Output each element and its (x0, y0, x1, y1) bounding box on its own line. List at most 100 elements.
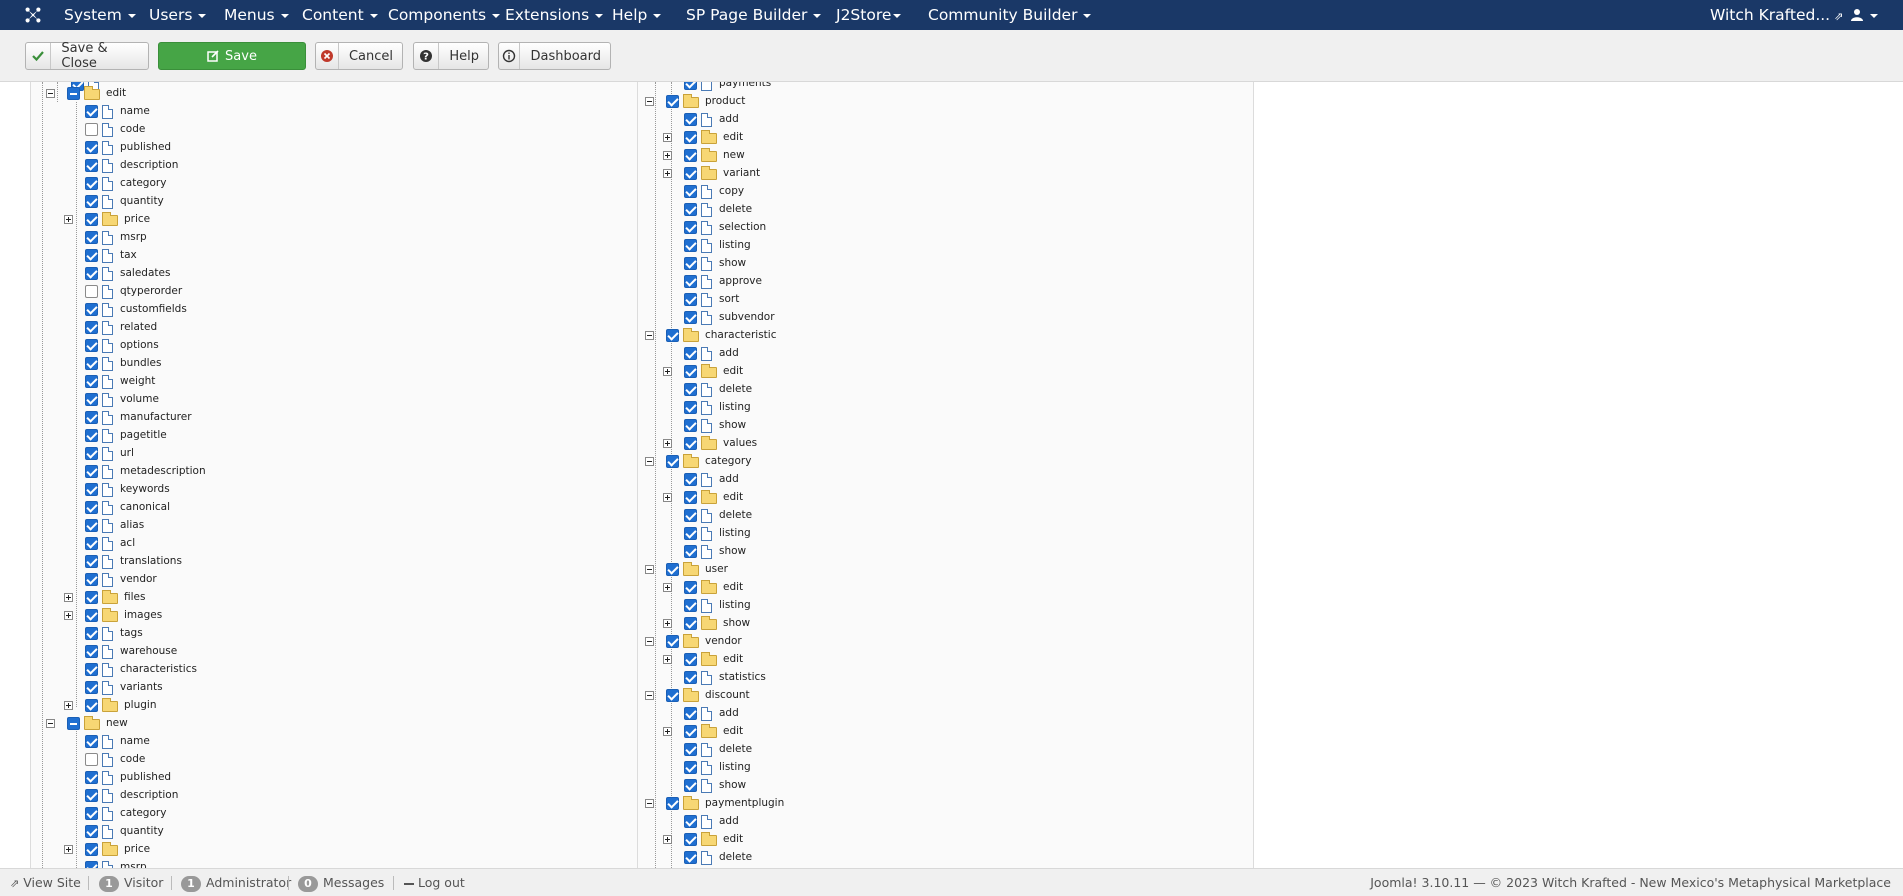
node-label[interactable]: saledates (120, 267, 170, 279)
node-label[interactable]: product (705, 95, 745, 107)
collapse-icon[interactable] (46, 719, 55, 728)
node-label[interactable]: copy (719, 185, 744, 197)
expand-icon[interactable] (663, 169, 672, 178)
permission-checkbox[interactable] (666, 635, 679, 648)
node-label[interactable]: canonical (120, 501, 170, 513)
node-label[interactable]: category (120, 807, 166, 819)
node-label[interactable]: listing (719, 401, 751, 413)
expand-icon[interactable] (663, 655, 672, 664)
node-label[interactable]: edit (723, 725, 743, 737)
dashboard-button[interactable]: Dashboard (498, 42, 611, 70)
node-label[interactable]: vendor (120, 573, 157, 585)
node-label[interactable]: variant (723, 167, 760, 179)
node-label[interactable]: translations (120, 555, 182, 567)
node-label[interactable]: listing (719, 761, 751, 773)
permission-checkbox[interactable] (684, 617, 697, 630)
view-site-link[interactable]: ⇗ View Site (10, 875, 81, 890)
expand-icon[interactable] (663, 493, 672, 502)
node-label[interactable]: warehouse (120, 645, 177, 657)
collapse-icon[interactable] (645, 331, 654, 340)
permission-checkbox[interactable] (85, 645, 98, 658)
permission-checkbox[interactable] (666, 455, 679, 468)
node-label[interactable]: listing (719, 527, 751, 539)
node-label[interactable]: related (120, 321, 157, 333)
node-label[interactable]: msrp (120, 861, 147, 868)
node-label[interactable]: edit (723, 131, 743, 143)
node-label[interactable]: variants (120, 681, 163, 693)
node-label[interactable]: delete (719, 203, 752, 215)
permission-checkbox[interactable] (684, 815, 697, 828)
node-label[interactable]: delete (719, 509, 752, 521)
permission-checkbox[interactable] (684, 365, 697, 378)
site-link[interactable]: Witch Krafted... ⇗ (1710, 6, 1843, 24)
permission-checkbox[interactable] (684, 545, 697, 558)
node-label[interactable]: add (719, 347, 739, 359)
menu-users[interactable]: Users (149, 6, 207, 24)
permission-checkbox[interactable] (85, 411, 98, 424)
node-label[interactable]: new (106, 717, 128, 729)
permission-checkbox[interactable] (85, 861, 98, 868)
node-label[interactable]: show (719, 419, 746, 431)
collapse-icon[interactable] (645, 799, 654, 808)
permission-checkbox[interactable] (684, 473, 697, 486)
permission-checkbox[interactable] (684, 761, 697, 774)
expand-icon[interactable] (64, 701, 73, 710)
node-label[interactable]: keywords (120, 483, 170, 495)
permission-checkbox[interactable] (666, 563, 679, 576)
permission-checkbox[interactable] (85, 825, 98, 838)
cancel-button[interactable]: Cancel (315, 42, 403, 70)
node-label[interactable]: plugin (124, 699, 156, 711)
node-label[interactable]: delete (719, 743, 752, 755)
permission-checkbox[interactable] (85, 519, 98, 532)
node-label[interactable]: show (723, 617, 750, 629)
permission-checkbox[interactable] (684, 743, 697, 756)
expand-icon[interactable] (663, 727, 672, 736)
permission-checkbox[interactable] (684, 203, 697, 216)
permission-checkbox[interactable] (85, 195, 98, 208)
permission-checkbox[interactable] (67, 87, 80, 100)
node-label[interactable]: quantity (120, 195, 164, 207)
node-label[interactable]: price (124, 843, 150, 855)
node-label[interactable]: vendor (705, 635, 742, 647)
permission-checkbox[interactable] (85, 339, 98, 352)
node-label[interactable]: characteristics (120, 663, 197, 675)
permission-checkbox[interactable] (684, 131, 697, 144)
node-label[interactable]: options (120, 339, 159, 351)
permission-checkbox[interactable] (684, 275, 697, 288)
node-label[interactable]: edit (723, 581, 743, 593)
menu-system[interactable]: System (64, 6, 136, 24)
node-label[interactable]: edit (723, 653, 743, 665)
node-label[interactable]: values (723, 437, 757, 449)
node-label[interactable]: bundles (120, 357, 162, 369)
node-label[interactable]: new (723, 149, 745, 161)
permission-checkbox[interactable] (85, 663, 98, 676)
node-label[interactable]: files (124, 591, 145, 603)
messages-link[interactable]: 0 Messages (298, 875, 384, 892)
permission-checkbox[interactable] (684, 149, 697, 162)
node-label[interactable]: quantity (120, 825, 164, 837)
collapse-icon[interactable] (645, 565, 654, 574)
menu-sp-page-builder[interactable]: SP Page Builder (686, 6, 822, 24)
user-menu[interactable] (1850, 6, 1878, 24)
permission-checkbox[interactable] (85, 843, 98, 856)
permission-checkbox[interactable] (666, 95, 679, 108)
permission-checkbox[interactable] (85, 771, 98, 784)
menu-community-builder[interactable]: Community Builder (928, 6, 1092, 24)
permission-checkbox[interactable] (85, 249, 98, 262)
permission-checkbox[interactable] (85, 231, 98, 244)
save-button[interactable]: Save (158, 42, 306, 70)
permission-checkbox[interactable] (684, 491, 697, 504)
node-label[interactable]: selection (719, 221, 766, 233)
permission-checkbox[interactable] (85, 285, 98, 298)
node-label[interactable]: subvendor (719, 311, 775, 323)
permission-checkbox[interactable] (684, 113, 697, 126)
permission-checkbox[interactable] (684, 509, 697, 522)
permission-checkbox[interactable] (684, 347, 697, 360)
help-button[interactable]: ? Help (413, 42, 489, 70)
permission-checkbox[interactable] (85, 177, 98, 190)
node-label[interactable]: delete (719, 851, 752, 863)
permission-checkbox[interactable] (85, 789, 98, 802)
expand-icon[interactable] (663, 835, 672, 844)
permission-checkbox[interactable] (684, 167, 697, 180)
permission-checkbox[interactable] (85, 555, 98, 568)
